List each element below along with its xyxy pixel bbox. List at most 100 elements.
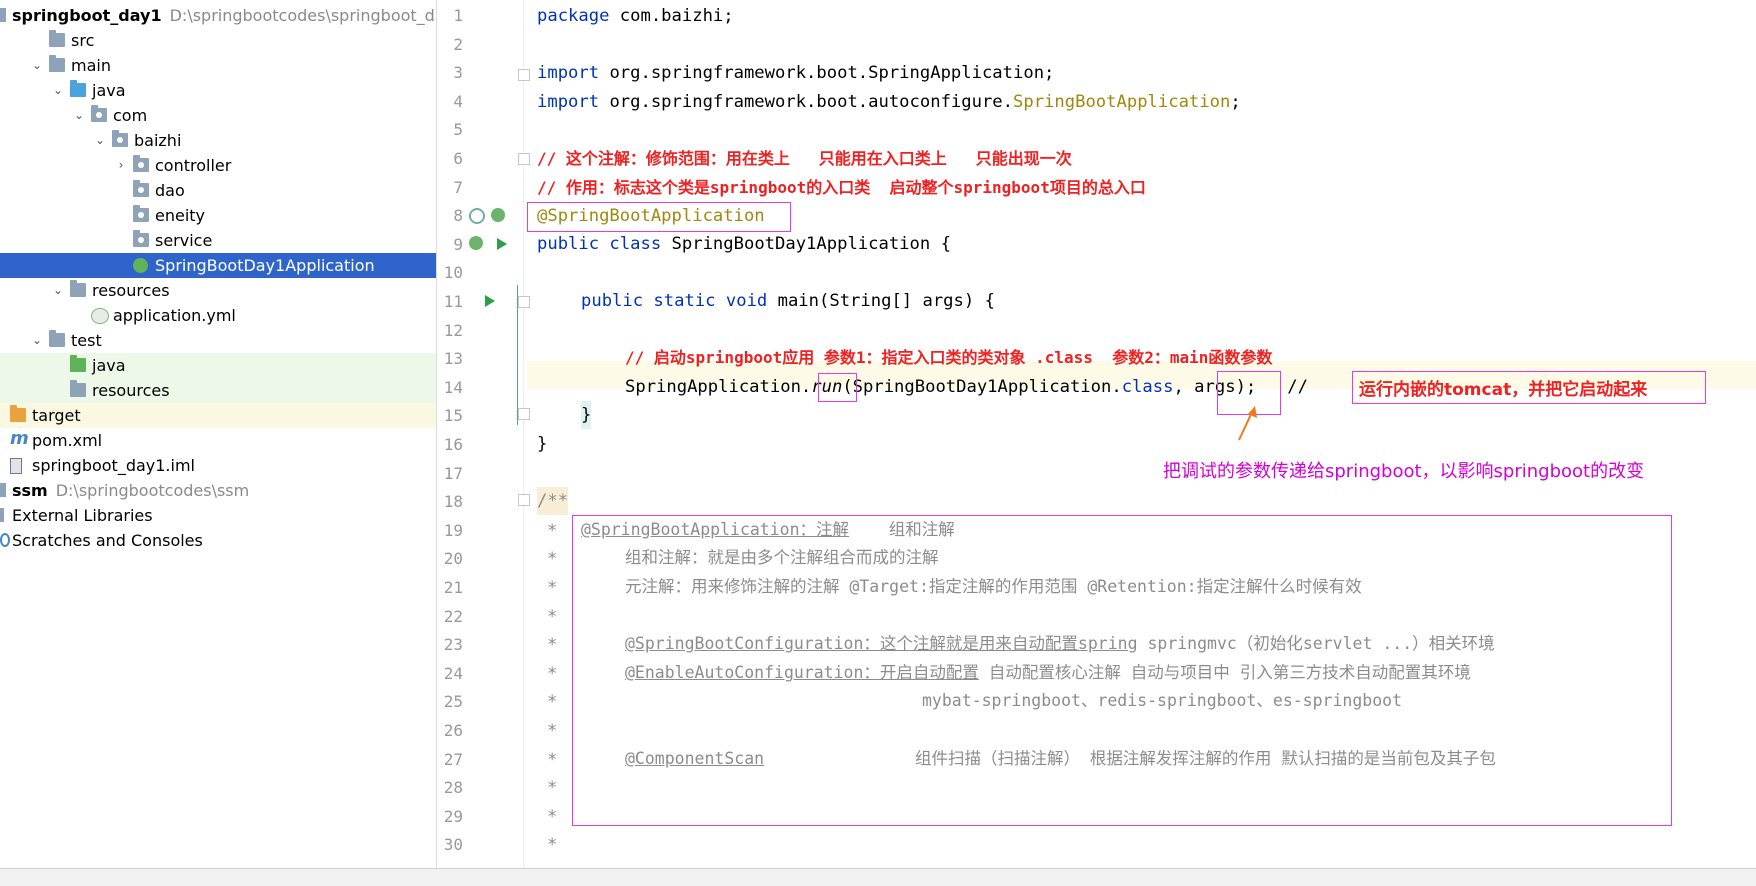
folder-icon	[70, 380, 86, 397]
code-line-13[interactable]: // 启动springboot应用 参数1：指定入口类的类对象 .class 参…	[625, 344, 1272, 372]
line-number: 8	[453, 206, 463, 226]
tree-item-label: ssm	[12, 481, 48, 500]
javadoc-star: *	[547, 520, 558, 541]
code-line-11[interactable]: public static void main(String[] args) {	[581, 287, 995, 315]
tree-item-text: test	[71, 328, 102, 353]
tree-item[interactable]: ⌄ com	[0, 103, 436, 128]
tree-item[interactable]: springboot_day1.iml	[0, 453, 436, 478]
code-line-18[interactable]: /**	[537, 487, 569, 515]
tree-item-label: service	[155, 231, 213, 250]
keyword: class	[1121, 377, 1174, 397]
line-number: 25	[443, 692, 463, 712]
keyword: import	[537, 92, 600, 112]
tree-item[interactable]: m pom.xml	[0, 428, 436, 453]
chevron-down-icon[interactable]: ⌄	[94, 128, 106, 153]
tree-item[interactable]: resources	[0, 378, 436, 403]
tree-item[interactable]: › controller	[0, 153, 436, 178]
fold-comment-icon[interactable]	[518, 153, 530, 165]
line-number: 24	[443, 663, 463, 683]
tree-item-text: springboot_day1 D:\springbootcodes\spring…	[12, 3, 437, 28]
line-number: 23	[443, 635, 463, 655]
code-line-7[interactable]: // 作用：标志这个类是springboot的入口类 启动整个springboo…	[537, 174, 1146, 202]
tree-item[interactable]: Scratches and Consoles	[0, 528, 436, 553]
tree-item-label: SpringBootDay1Application	[155, 256, 375, 275]
javadoc-star: *	[547, 721, 558, 741]
tree-item-text: java	[92, 353, 126, 378]
tree-item[interactable]: SpringBootDay1Application	[0, 253, 436, 278]
tree-item-label: baizhi	[134, 131, 182, 150]
code-line-15[interactable]: }	[581, 401, 592, 429]
javadoc-star: *	[547, 578, 558, 598]
fold-method-end-icon[interactable]	[518, 408, 530, 420]
tree-item-text: application.yml	[113, 303, 236, 328]
folder-icon	[49, 30, 65, 47]
javadoc-highlight-box	[572, 515, 1672, 826]
tree-item-text: Scratches and Consoles	[12, 528, 203, 553]
javadoc-star: *	[547, 635, 558, 656]
line-number: 5	[453, 120, 463, 140]
tree-item[interactable]: springboot_day1 D:\springbootcodes\spring…	[0, 3, 436, 28]
fold-javadoc-icon[interactable]	[518, 494, 530, 506]
chevron-down-icon[interactable]: ⌄	[31, 53, 43, 78]
tree-item[interactable]: dao	[0, 178, 436, 203]
tree-item[interactable]: ⌄ main	[0, 53, 436, 78]
tree-item-text: src	[71, 28, 94, 53]
code-line-16[interactable]: }	[537, 430, 547, 458]
fold-imports-icon[interactable]	[518, 69, 530, 81]
tree-item[interactable]: eneity	[0, 203, 436, 228]
tree-item-path: D:\springbootcodes\springboot_day1	[169, 6, 437, 25]
run-main-icon[interactable]	[485, 295, 495, 307]
libraries-icon	[0, 508, 4, 522]
folder-icon	[49, 55, 65, 72]
tree-item[interactable]: src	[0, 28, 436, 53]
tree-item[interactable]: ssm D:\springbootcodes\ssm	[0, 478, 436, 503]
code-line-3[interactable]: import org.springframework.boot.SpringAp…	[537, 59, 1054, 87]
tree-item[interactable]: ⌄ java	[0, 78, 436, 103]
run-class-icon[interactable]	[497, 238, 507, 250]
line-number: 29	[443, 806, 463, 826]
code-text: (SpringBootDay1Application.	[842, 377, 1122, 397]
line-number: 1	[453, 6, 463, 25]
chevron-down-icon[interactable]: ⌄	[52, 278, 64, 303]
tool-window-bar	[0, 868, 1756, 886]
line-number: 15	[443, 406, 463, 426]
tree-item[interactable]: ⌄ test	[0, 328, 436, 353]
project-tree[interactable]: springboot_day1 D:\springbootcodes\spring…	[0, 0, 437, 868]
code-line-4[interactable]: import org.springframework.boot.autoconf…	[537, 88, 1241, 116]
javadoc-star: *	[547, 663, 558, 684]
tree-item[interactable]: application.yml	[0, 303, 436, 328]
spring-config-icon[interactable]	[491, 208, 505, 222]
line-number: 12	[443, 320, 463, 340]
line-number: 7	[453, 177, 463, 197]
folder-icon	[70, 355, 86, 372]
code-line-1[interactable]: package com.baizhi;	[537, 2, 734, 30]
annotation-note: 把调试的参数传递给springboot，以影响springboot的改变	[1163, 461, 1645, 482]
line-number: 3	[453, 63, 463, 83]
code-editor[interactable]: 1 2 3 4 5 6 7 8 9 10 11 12 13 14 15 16 17 18 19 20 21 22 23 24 2…	[437, 0, 1756, 868]
code-text: main(String[] args) {	[767, 291, 995, 311]
javadoc-star: *	[547, 806, 558, 827]
tree-item[interactable]: External Libraries	[0, 503, 436, 528]
run-highlight-box	[818, 373, 857, 402]
comment-highlight-box	[1352, 371, 1706, 404]
chevron-right-icon[interactable]: ›	[115, 153, 127, 178]
code-line-6[interactable]: // 这个注解：修饰范围：用在类上 只能用在入口类上 只能出现一次	[537, 145, 1072, 173]
tree-item[interactable]: java	[0, 353, 436, 378]
code-text: ,	[1173, 377, 1195, 397]
chevron-down-icon[interactable]: ⌄	[31, 328, 43, 353]
javadoc-star: *	[547, 778, 558, 799]
code-line-14[interactable]: SpringApplication.run(SpringBootDay1Appl…	[625, 373, 1308, 401]
tree-item[interactable]: ⌄ resources	[0, 278, 436, 303]
tree-item-label: application.yml	[113, 306, 236, 325]
module-icon	[0, 483, 6, 497]
chevron-down-icon[interactable]: ⌄	[52, 78, 64, 103]
chevron-down-icon[interactable]: ⌄	[73, 103, 85, 128]
spring-bean-icon[interactable]	[469, 236, 483, 250]
code-line-9[interactable]: public class SpringBootDay1Application {	[537, 230, 951, 258]
fold-method-icon[interactable]	[518, 296, 530, 308]
bean-icon[interactable]	[469, 208, 485, 224]
tree-item[interactable]: ⌄ baizhi	[0, 128, 436, 153]
tree-item[interactable]: service	[0, 228, 436, 253]
tree-item[interactable]: target	[0, 403, 436, 428]
line-number: 14	[443, 377, 463, 397]
